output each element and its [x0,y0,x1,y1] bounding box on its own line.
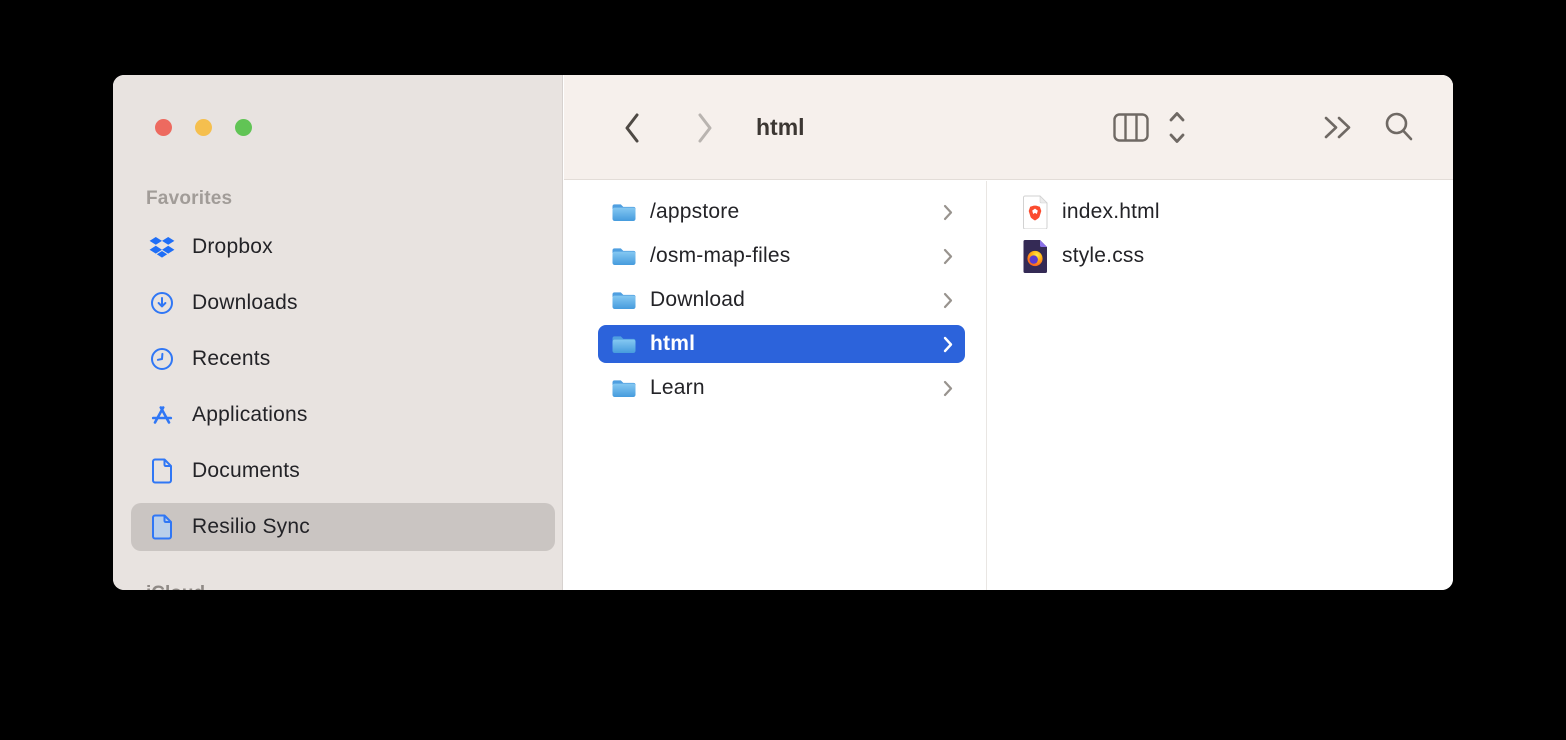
chevron-right-icon [943,292,953,309]
folder-row-appstore[interactable]: /appstore [598,193,965,231]
folder-name: /osm-map-files [650,244,943,268]
search-button[interactable] [1382,111,1416,144]
sidebar-item-label: Documents [192,459,300,483]
sidebar-item-label: Resilio Sync [192,515,310,539]
folder-row-learn[interactable]: Learn [598,369,965,407]
chevron-right-icon [943,380,953,397]
chevron-right-icon [696,112,714,144]
dropbox-icon [147,236,177,259]
folder-name: Download [650,288,943,312]
folder-row-html[interactable]: html [598,325,965,363]
folder-row-download[interactable]: Download [598,281,965,319]
sidebar-item-recents[interactable]: Recents [131,335,555,383]
folder-name: /appstore [650,200,943,224]
sidebar-items: Dropbox Downloads Rece [131,223,555,551]
folder-icon [611,334,637,355]
file-row-index-html[interactable]: index.html [1022,193,1453,231]
sidebar-section-icloud-clipped: iCloud [146,583,205,590]
back-button[interactable] [614,111,650,144]
download-circle-icon [147,291,177,315]
file-row-style-css[interactable]: style.css [1022,237,1453,275]
appstore-icon [147,403,177,427]
folder-row-osm-map-files[interactable]: /osm-map-files [598,237,965,275]
folder-name: Learn [650,376,943,400]
folder-icon [611,378,637,399]
forward-button[interactable] [687,111,723,144]
folder-icon [611,202,637,223]
chevron-left-icon [623,112,641,144]
folder-icon [611,290,637,311]
sidebar-item-documents[interactable]: Documents [131,447,555,495]
sidebar-item-label: Dropbox [192,235,273,259]
sidebar-item-downloads[interactable]: Downloads [131,279,555,327]
more-toolbar-items-button[interactable] [1321,115,1355,140]
magnifier-icon [1383,111,1415,144]
file-name: style.css [1062,244,1144,268]
folder-name: html [650,332,943,356]
main-pane: html [564,75,1453,590]
window-title: html [756,75,805,180]
column-view-button[interactable] [1113,113,1149,142]
folder-icon [611,246,637,267]
finder-window: Favorites Dropbox Downloads [113,75,1453,590]
folder-column: /appstore /osm-map-files [564,181,987,590]
brave-html-file-icon [1022,195,1048,229]
zoom-button[interactable] [235,119,252,136]
traffic-lights [155,119,252,136]
minimize-button[interactable] [195,119,212,136]
sidebar-item-label: Downloads [192,291,298,315]
up-down-chevrons-icon [1166,110,1188,145]
clock-icon [147,347,177,371]
sidebar-item-resilio-sync[interactable]: Resilio Sync [131,503,555,551]
document-icon [147,458,177,484]
firefox-css-file-icon [1022,239,1048,273]
sidebar-item-label: Applications [192,403,308,427]
sidebar-item-label: Recents [192,347,270,371]
sidebar: Favorites Dropbox Downloads [113,75,563,590]
sidebar-item-dropbox[interactable]: Dropbox [131,223,555,271]
document-filled-icon [147,514,177,540]
column-view-icon [1113,113,1149,142]
chevron-right-icon [943,204,953,221]
toolbar: html [564,75,1453,180]
close-button[interactable] [155,119,172,136]
sidebar-item-applications[interactable]: Applications [131,391,555,439]
column-browser: /appstore /osm-map-files [564,181,1453,590]
chevron-right-icon [943,248,953,265]
sidebar-section-favorites: Favorites [146,188,232,210]
double-chevron-icon [1322,115,1354,140]
file-name: index.html [1062,200,1160,224]
view-options-button[interactable] [1165,110,1189,145]
file-column: index.html style.css [987,181,1453,590]
chevron-right-icon [943,336,953,353]
